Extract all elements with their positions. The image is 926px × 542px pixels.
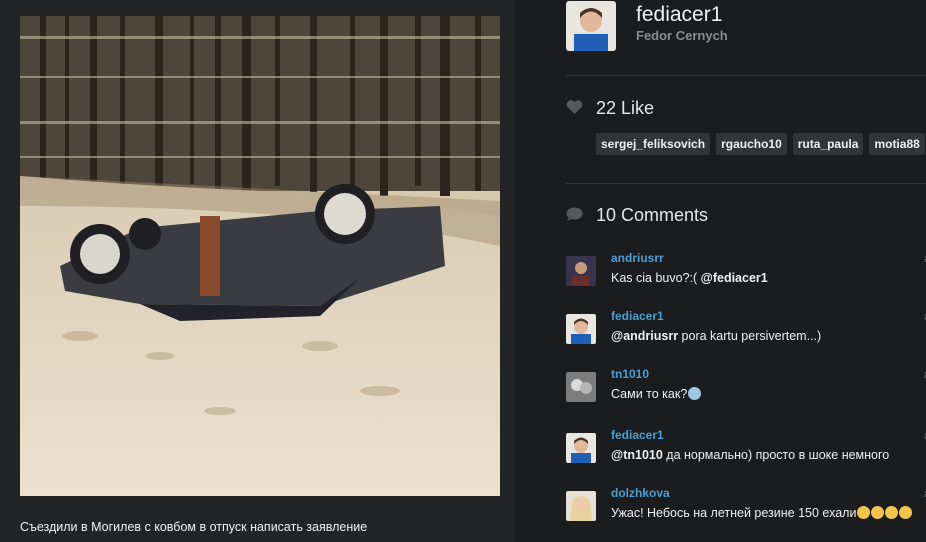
profile-full-name: Fedor Cernych	[636, 28, 728, 43]
comment-body: Ужас! Небось на летней резине 150 ехали	[611, 506, 857, 520]
divider	[566, 75, 926, 76]
comment-text: @andriusrr pora kartu persivertem...)	[611, 329, 821, 343]
post-photo-image	[20, 16, 500, 496]
commenter-avatar[interactable]	[566, 256, 596, 286]
comment-text: Ужас! Небось на летней резине 150 ехали	[611, 506, 913, 520]
profile-avatar[interactable]	[566, 1, 616, 51]
liker-tag[interactable]: sergej_feliksovich	[596, 133, 711, 155]
comment-author[interactable]: andriusrr	[611, 251, 664, 265]
comment-body: да нормально) просто в шоке немного	[662, 448, 890, 462]
comment-author[interactable]: dolzhkova	[611, 486, 670, 500]
comments-title: 10 Comments	[596, 205, 709, 225]
grinning-face-emoji	[885, 506, 899, 519]
divider	[566, 183, 926, 184]
commenter-avatar[interactable]	[566, 314, 596, 344]
grinning-face-emoji	[857, 506, 871, 519]
comment-text: @tn1010 да нормально) просто в шоке немн…	[611, 448, 889, 462]
post-caption: Съездили в Могилев с ковбом в отпуск нап…	[20, 520, 368, 534]
comment-mention[interactable]: @andriusrr	[611, 329, 678, 343]
comment-body: Сами то как?	[611, 387, 688, 401]
comment-author[interactable]: tn1010	[611, 367, 649, 381]
comment-item: fediacer1 @tn1010 да нормально) просто в…	[566, 428, 926, 478]
commenter-avatar[interactable]	[566, 491, 596, 521]
comment-item: dolzhkova Ужас! Небось на летней резине …	[566, 486, 926, 536]
comment-text: Сами то как?	[611, 387, 702, 401]
grinning-face-emoji	[899, 506, 913, 519]
comment-mention[interactable]: @tn1010	[611, 448, 663, 462]
grinning-face-emoji	[871, 506, 885, 519]
commenter-avatar[interactable]	[566, 433, 596, 463]
comment-item: tn1010 Сами то как? a	[566, 367, 926, 417]
commenter-avatar-image	[566, 433, 596, 463]
commenter-avatar-image	[566, 314, 596, 344]
comment-item: andriusrr Kas cia buvo?:( @fediacer1 a	[566, 251, 926, 301]
commenter-avatar-image	[566, 372, 596, 402]
anxious-face-emoji	[688, 387, 702, 400]
post-photo[interactable]	[20, 16, 500, 496]
likers-list: sergej_feliksovich rgaucho10 ruta_paula mot…	[596, 133, 926, 155]
comment-text: Kas cia buvo?:( @fediacer1	[611, 271, 768, 285]
commenter-avatar-image	[566, 491, 596, 521]
liker-tag[interactable]: ruta_paula	[792, 133, 864, 155]
commenter-avatar[interactable]	[566, 372, 596, 402]
liker-tag[interactable]: motia88	[869, 133, 925, 155]
profile-username[interactable]: fediacer1	[636, 3, 722, 27]
comment-body: pora kartu persivertem...)	[678, 329, 822, 343]
commenter-avatar-image	[566, 256, 596, 286]
photo-panel: Съездили в Могилев с ковбом в отпуск нап…	[0, 0, 515, 542]
comment-body: Kas cia buvo?:(	[611, 271, 701, 285]
post-sidebar: fediacer1 Fedor Cernych 22 Like sergej_f…	[515, 0, 926, 542]
speech-bubble-icon	[566, 207, 583, 221]
heart-icon[interactable]	[566, 100, 583, 115]
liker-tag[interactable]: rgaucho10	[716, 133, 787, 155]
comment-author[interactable]: fediacer1	[611, 309, 664, 323]
avatar-image	[566, 1, 616, 51]
comment-mention[interactable]: @fediacer1	[701, 271, 768, 285]
comment-item: fediacer1 @andriusrr pora kartu persiver…	[566, 309, 926, 359]
likes-title: 22 Like	[596, 98, 655, 118]
comment-author[interactable]: fediacer1	[611, 428, 664, 442]
